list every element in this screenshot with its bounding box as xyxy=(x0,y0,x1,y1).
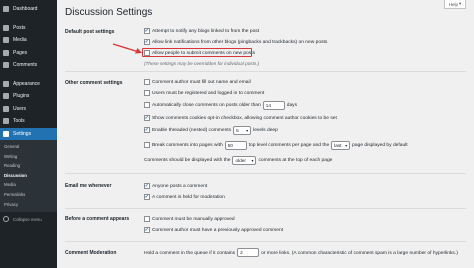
cookies-checkbox[interactable] xyxy=(144,115,150,121)
moderation-text: Hold a comment in the queue if it contai… xyxy=(144,248,458,257)
email-moderation-checkbox[interactable] xyxy=(144,194,150,200)
comment-icon xyxy=(3,62,9,69)
registered-checkbox[interactable] xyxy=(144,90,150,96)
submenu-privacy[interactable]: Privacy xyxy=(0,200,57,210)
settings-submenu: General Writing Reading Discussion Media… xyxy=(0,140,57,213)
media-icon xyxy=(3,37,9,44)
name-email-option[interactable]: Comment author must fill out name and em… xyxy=(144,78,251,86)
before-appears-label: Before a comment appears xyxy=(65,216,130,222)
divider xyxy=(65,208,466,209)
submenu-writing[interactable]: Writing xyxy=(0,152,57,162)
sidebar-item-posts[interactable]: Posts xyxy=(0,22,57,35)
sidebar-item-settings[interactable]: Settings xyxy=(0,127,57,140)
divider xyxy=(65,241,466,242)
notify-blogs-option[interactable]: Attempt to notify any blogs linked to fr… xyxy=(144,27,259,35)
comment-order-select[interactable]: older ▾ xyxy=(232,155,257,165)
submenu-permalinks[interactable]: Permalinks xyxy=(0,190,57,200)
email-moderation-option[interactable]: A comment is held for moderation xyxy=(144,193,225,201)
name-email-checkbox[interactable] xyxy=(144,79,150,85)
auto-close-checkbox[interactable] xyxy=(144,102,150,108)
comment-moderation-label: Comment Moderation xyxy=(65,250,117,256)
sidebar-item-users[interactable]: Users xyxy=(0,103,57,116)
paginate-option[interactable]: Break comments into pages with 50 top leve… xyxy=(144,140,408,150)
collapse-icon xyxy=(3,216,9,223)
manual-approve-checkbox[interactable] xyxy=(144,216,150,222)
wrench-icon xyxy=(3,118,9,125)
sidebar-item-plugins[interactable]: Plugins xyxy=(0,90,57,103)
chevron-down-icon: ▾ xyxy=(345,142,348,148)
registered-option[interactable]: Users must be registered and logged in t… xyxy=(144,89,264,97)
pushpin-icon xyxy=(3,24,9,31)
chevron-down-icon: ▾ xyxy=(459,1,462,6)
email-me-label: Email me whenever xyxy=(65,183,112,189)
sidebar-item-media[interactable]: Media xyxy=(0,34,57,47)
previous-approved-checkbox[interactable] xyxy=(144,227,150,233)
threaded-option[interactable]: Enable threaded (nested) comments5▾level… xyxy=(144,125,278,135)
annotation-arrow-icon xyxy=(112,43,142,54)
threaded-checkbox[interactable] xyxy=(144,127,150,133)
thread-levels-select[interactable]: 5 ▾ xyxy=(233,125,252,135)
settings-icon xyxy=(3,130,9,137)
default-post-settings-label: Default post settings xyxy=(65,29,115,35)
submenu-discussion[interactable]: Discussion xyxy=(0,171,57,181)
submenu-general[interactable]: General xyxy=(0,142,57,152)
comment-order-row: Comments should be displayed with the old… xyxy=(144,155,333,165)
divider xyxy=(65,173,466,174)
other-comment-settings-label: Other comment settings xyxy=(65,80,123,86)
email-posts-checkbox[interactable] xyxy=(144,183,150,189)
comments-per-page-input[interactable]: 50 xyxy=(224,140,247,150)
auto-close-option[interactable]: Automatically close comments on posts ol… xyxy=(144,100,297,110)
sidebar-item-dashboard[interactable]: Dashboard xyxy=(0,3,57,16)
plugin-icon xyxy=(3,93,9,100)
sidebar-item-comments[interactable]: Comments xyxy=(0,59,57,72)
users-icon xyxy=(3,105,9,112)
cookies-option[interactable]: Show comments cookies opt-in checkbox, a… xyxy=(144,114,337,122)
email-posts-option[interactable]: Anyone posts a comment xyxy=(144,182,207,190)
allow-pingbacks-checkbox[interactable] xyxy=(144,39,150,45)
main-content: Discussion Settings Help ▾ Default post s… xyxy=(57,0,474,268)
paginate-checkbox[interactable] xyxy=(144,142,150,148)
submenu-media[interactable]: Media xyxy=(0,180,57,190)
divider xyxy=(65,71,466,72)
moderation-links-input[interactable]: 2 xyxy=(237,248,260,257)
chevron-down-icon: ▾ xyxy=(246,127,249,133)
admin-sidebar: Dashboard Posts Media Pages Comments App… xyxy=(0,0,57,268)
pages-icon xyxy=(3,49,9,56)
submenu-reading[interactable]: Reading xyxy=(0,161,57,171)
auto-close-days-input[interactable]: 14 xyxy=(262,100,285,110)
dashboard-icon xyxy=(3,6,9,13)
chevron-down-icon: ▾ xyxy=(251,157,254,163)
page-title: Discussion Settings xyxy=(65,7,153,18)
allow-pingbacks-option[interactable]: Allow link notifications from other blog… xyxy=(144,38,327,46)
annotation-highlight-box xyxy=(142,48,252,57)
brush-icon xyxy=(3,80,9,87)
collapse-menu-button[interactable]: Collapse menu xyxy=(0,212,57,223)
help-button[interactable]: Help ▾ xyxy=(444,0,466,9)
sidebar-item-tools[interactable]: Tools xyxy=(0,115,57,128)
sidebar-item-appearance[interactable]: Appearance xyxy=(0,78,57,91)
notify-blogs-checkbox[interactable] xyxy=(144,28,150,34)
previous-approved-option[interactable]: Comment author must have a previously ap… xyxy=(144,226,283,234)
override-note: (These settings may be overridden for in… xyxy=(144,60,260,66)
sidebar-item-pages[interactable]: Pages xyxy=(0,47,57,60)
manual-approve-option[interactable]: Comment must be manually approved xyxy=(144,215,235,223)
default-page-select[interactable]: last ▾ xyxy=(331,140,351,150)
